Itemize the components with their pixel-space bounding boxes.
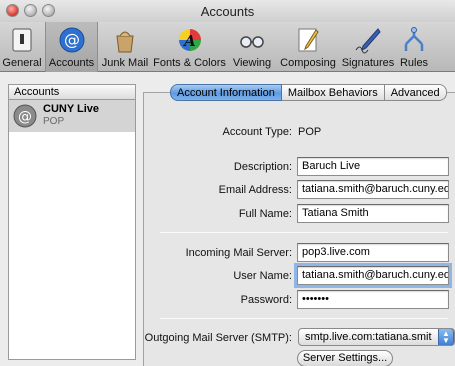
switch-icon: [12, 28, 32, 52]
user-name-field[interactable]: tatiana.smith@baruch.cuny.edu: [297, 266, 449, 285]
password-label: Password:: [240, 294, 292, 306]
toolbar-item-composing[interactable]: Composing: [277, 22, 339, 72]
full-name-field[interactable]: Tatiana Smith: [297, 204, 449, 223]
incoming-server-label: Incoming Mail Server:: [185, 247, 292, 259]
account-name: CUNY Live: [43, 103, 100, 115]
toolbar-item-signatures[interactable]: Signatures: [340, 22, 396, 72]
accounts-window: Accounts General @ Accounts Junk Mail A …: [0, 0, 455, 366]
user-name-label: User Name:: [233, 270, 292, 282]
toolbar-item-fonts-colors[interactable]: A Fonts & Colors: [152, 22, 227, 72]
account-type-label: Account Type:: [222, 126, 292, 138]
password-field[interactable]: •••••••: [297, 290, 449, 309]
toolbar-label: Junk Mail: [101, 57, 149, 69]
toolbar-label: Rules: [399, 57, 429, 69]
incoming-server-field[interactable]: pop3.live.com: [297, 243, 449, 262]
smtp-server-popup[interactable]: smtp.live.com:tatiana.smit ▲ ▼: [298, 328, 455, 346]
signature-pen-icon: [355, 28, 381, 54]
fonts-colors-icon: A: [178, 29, 201, 51]
account-type-value: POP: [298, 126, 322, 138]
toolbar-item-rules[interactable]: Rules: [397, 22, 431, 72]
full-name-label: Full Name:: [238, 208, 292, 220]
tab-advanced[interactable]: Advanced: [384, 84, 447, 101]
glasses-icon: [240, 36, 264, 48]
svg-text:A: A: [182, 32, 196, 50]
window-title: Accounts: [200, 4, 255, 19]
toolbar-item-junk-mail[interactable]: Junk Mail: [99, 22, 151, 72]
email-address-field[interactable]: tatiana.smith@baruch.cuny.edu: [297, 180, 449, 199]
pencil-paper-icon: [298, 28, 319, 52]
account-tabs: Account Information Mailbox Behaviors Ad…: [170, 84, 447, 102]
description-field[interactable]: Baruch Live: [297, 157, 449, 176]
accounts-list-header: Accounts: [9, 85, 135, 100]
tab-account-information[interactable]: Account Information: [170, 84, 282, 101]
section-divider: [160, 232, 448, 233]
accounts-list[interactable]: Accounts @ CUNY Live POP: [8, 84, 136, 360]
account-row-cuny-live[interactable]: @ CUNY Live POP: [9, 100, 135, 132]
toolbar-label: Signatures: [341, 57, 395, 69]
preferences-toolbar: General @ Accounts Junk Mail A Fonts & C…: [0, 22, 455, 72]
at-sign-icon: @: [59, 27, 84, 53]
popup-arrows-icon: ▲ ▼: [438, 329, 454, 345]
smtp-server-label: Outgoing Mail Server (SMTP):: [144, 332, 292, 344]
description-label: Description:: [233, 161, 292, 173]
toolbar-item-general[interactable]: General: [0, 22, 44, 72]
toolbar-item-viewing[interactable]: Viewing: [228, 22, 276, 72]
toolbar-label: General: [2, 57, 42, 69]
smtp-server-value: smtp.live.com:tatiana.smit: [305, 331, 432, 343]
toolbar-label: Accounts: [48, 57, 95, 69]
trash-bag-icon: [116, 31, 134, 53]
tab-mailbox-behaviors[interactable]: Mailbox Behaviors: [281, 84, 385, 101]
section-divider: [160, 318, 448, 319]
title-bar[interactable]: Accounts: [0, 0, 455, 22]
toolbar-item-accounts[interactable]: @ Accounts: [45, 22, 98, 72]
email-address-label: Email Address:: [218, 184, 292, 196]
rules-icon: [404, 27, 424, 51]
svg-text:@: @: [18, 109, 32, 125]
toolbar-label: Composing: [280, 57, 336, 69]
svg-text:@: @: [64, 30, 80, 49]
toolbar-label: Viewing: [232, 57, 272, 69]
server-settings-button[interactable]: Server Settings...: [297, 350, 393, 366]
toolbar-label: Fonts & Colors: [153, 57, 226, 69]
account-at-icon: @: [13, 104, 37, 128]
account-type: POP: [43, 116, 65, 127]
